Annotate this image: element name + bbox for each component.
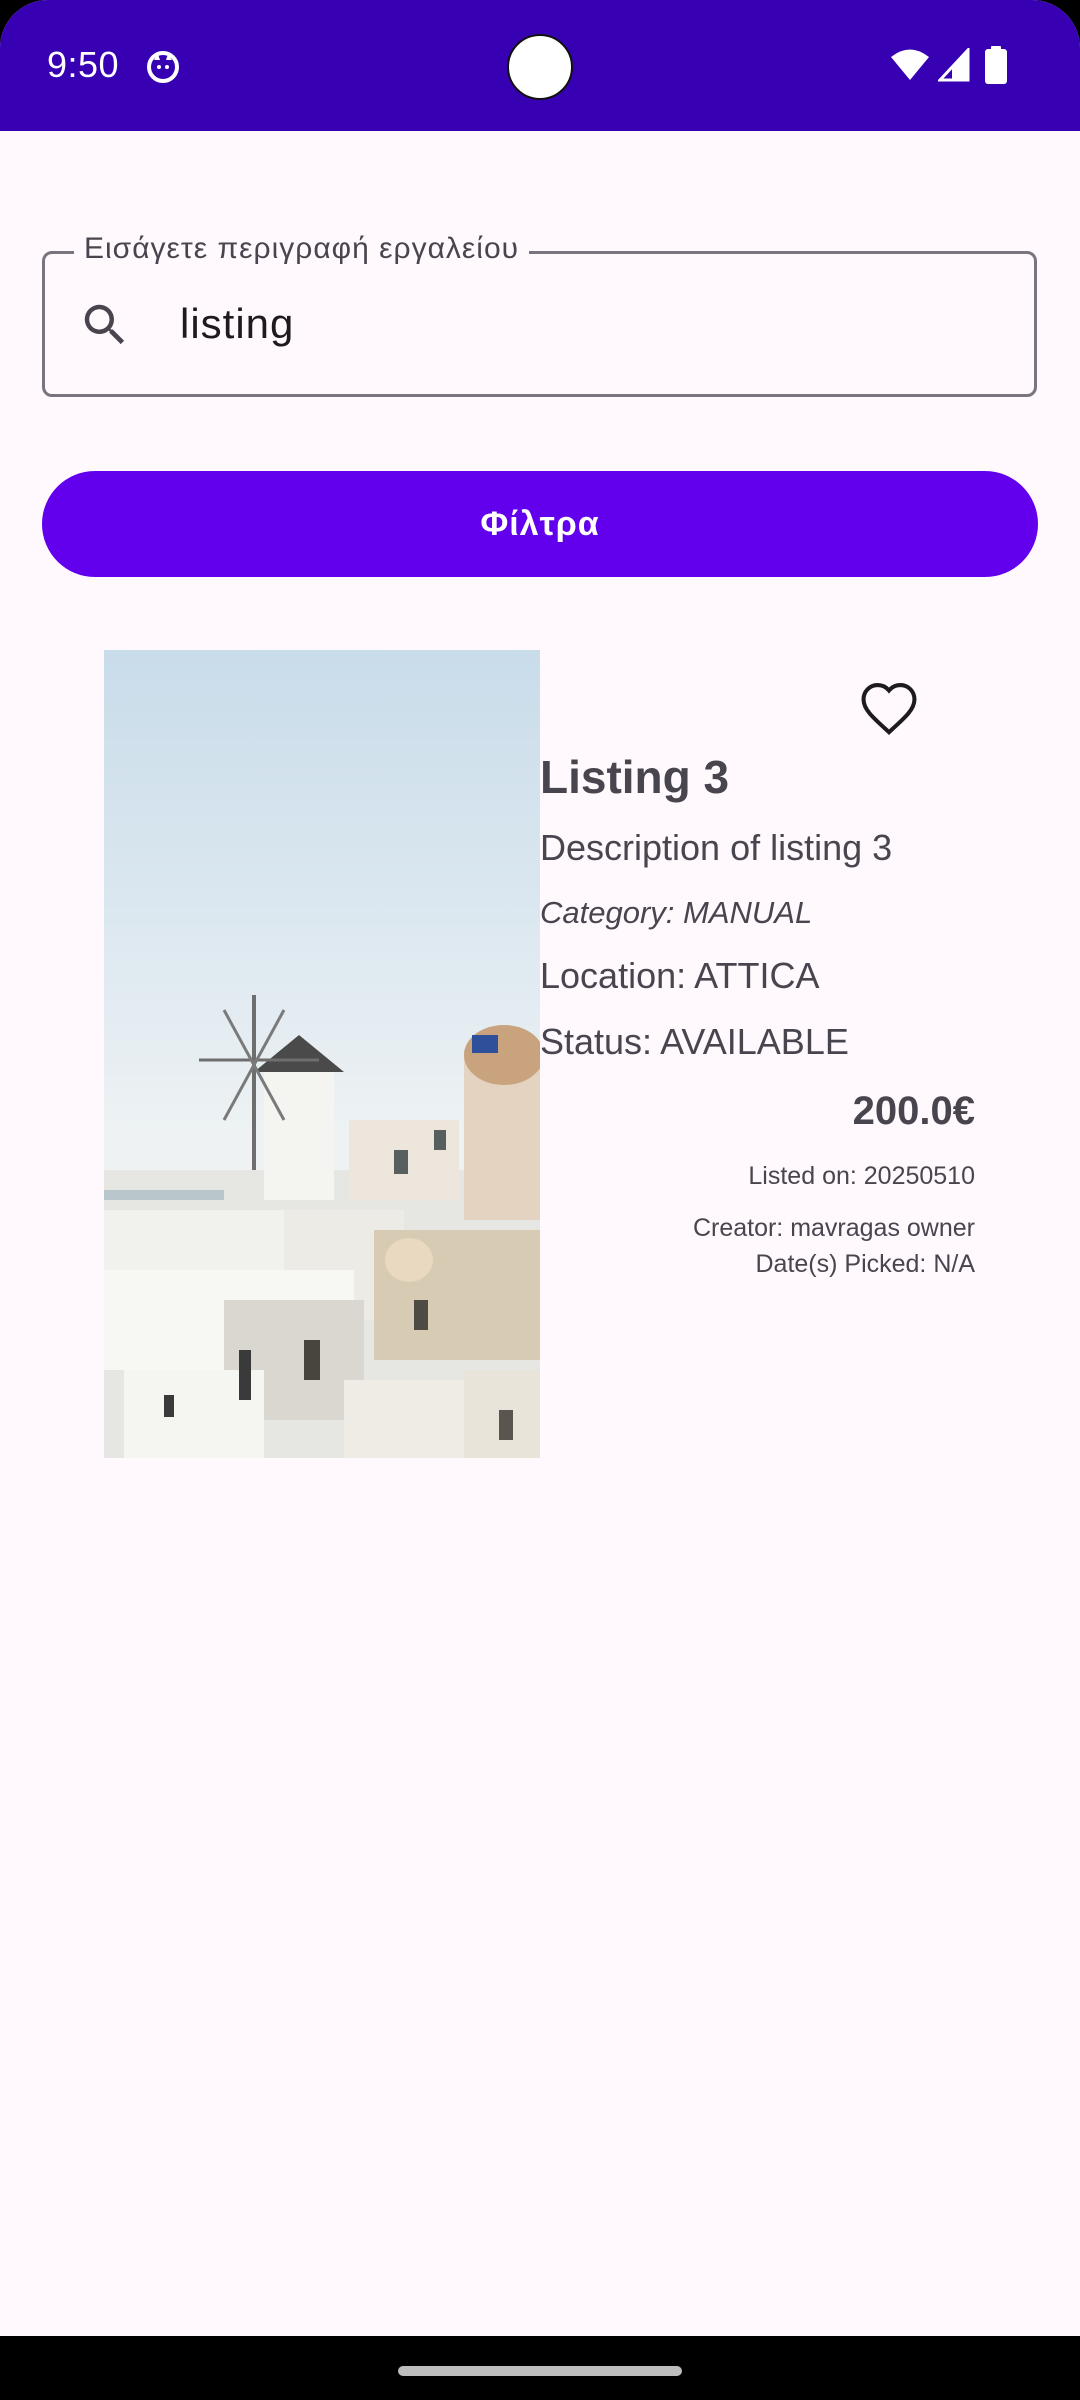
cat-face-icon — [147, 51, 179, 83]
listing-location: Location: ATTICA — [540, 955, 820, 996]
listing-description: Description of listing 3 — [540, 827, 893, 868]
listing-image — [104, 650, 540, 1458]
listing-dates-picked: Date(s) Picked: N/A — [755, 1250, 975, 1278]
listing-status: Status: AVAILABLE — [540, 1021, 849, 1062]
signal-icon — [938, 48, 970, 82]
battery-icon — [985, 46, 1007, 84]
search-input-value[interactable]: listing — [180, 300, 294, 348]
listing-price: 200.0€ — [852, 1089, 975, 1133]
search-icon — [84, 304, 125, 345]
heart-outline-icon[interactable] — [858, 680, 920, 736]
app-screen: 9:50 Εισάγετε περιγραφή εργαλείου listin… — [0, 0, 1080, 2400]
status-time: 9:50 — [47, 44, 120, 85]
search-input-label: Εισάγετε περιγραφή εργαλείου — [74, 232, 530, 266]
filters-button[interactable]: Φίλτρα — [42, 471, 1038, 577]
status-bar: 9:50 — [0, 0, 1080, 131]
listing-creator: Creator: mavragas owner — [692, 1214, 975, 1242]
listing-title: Listing 3 — [540, 751, 730, 803]
camera-cutout — [507, 34, 573, 100]
listing-listed-on: Listed on: 20250510 — [748, 1162, 975, 1190]
listing-category: Category: MANUAL — [540, 895, 813, 930]
wifi-icon — [891, 49, 929, 80]
home-gesture-handle[interactable] — [398, 2366, 682, 2376]
